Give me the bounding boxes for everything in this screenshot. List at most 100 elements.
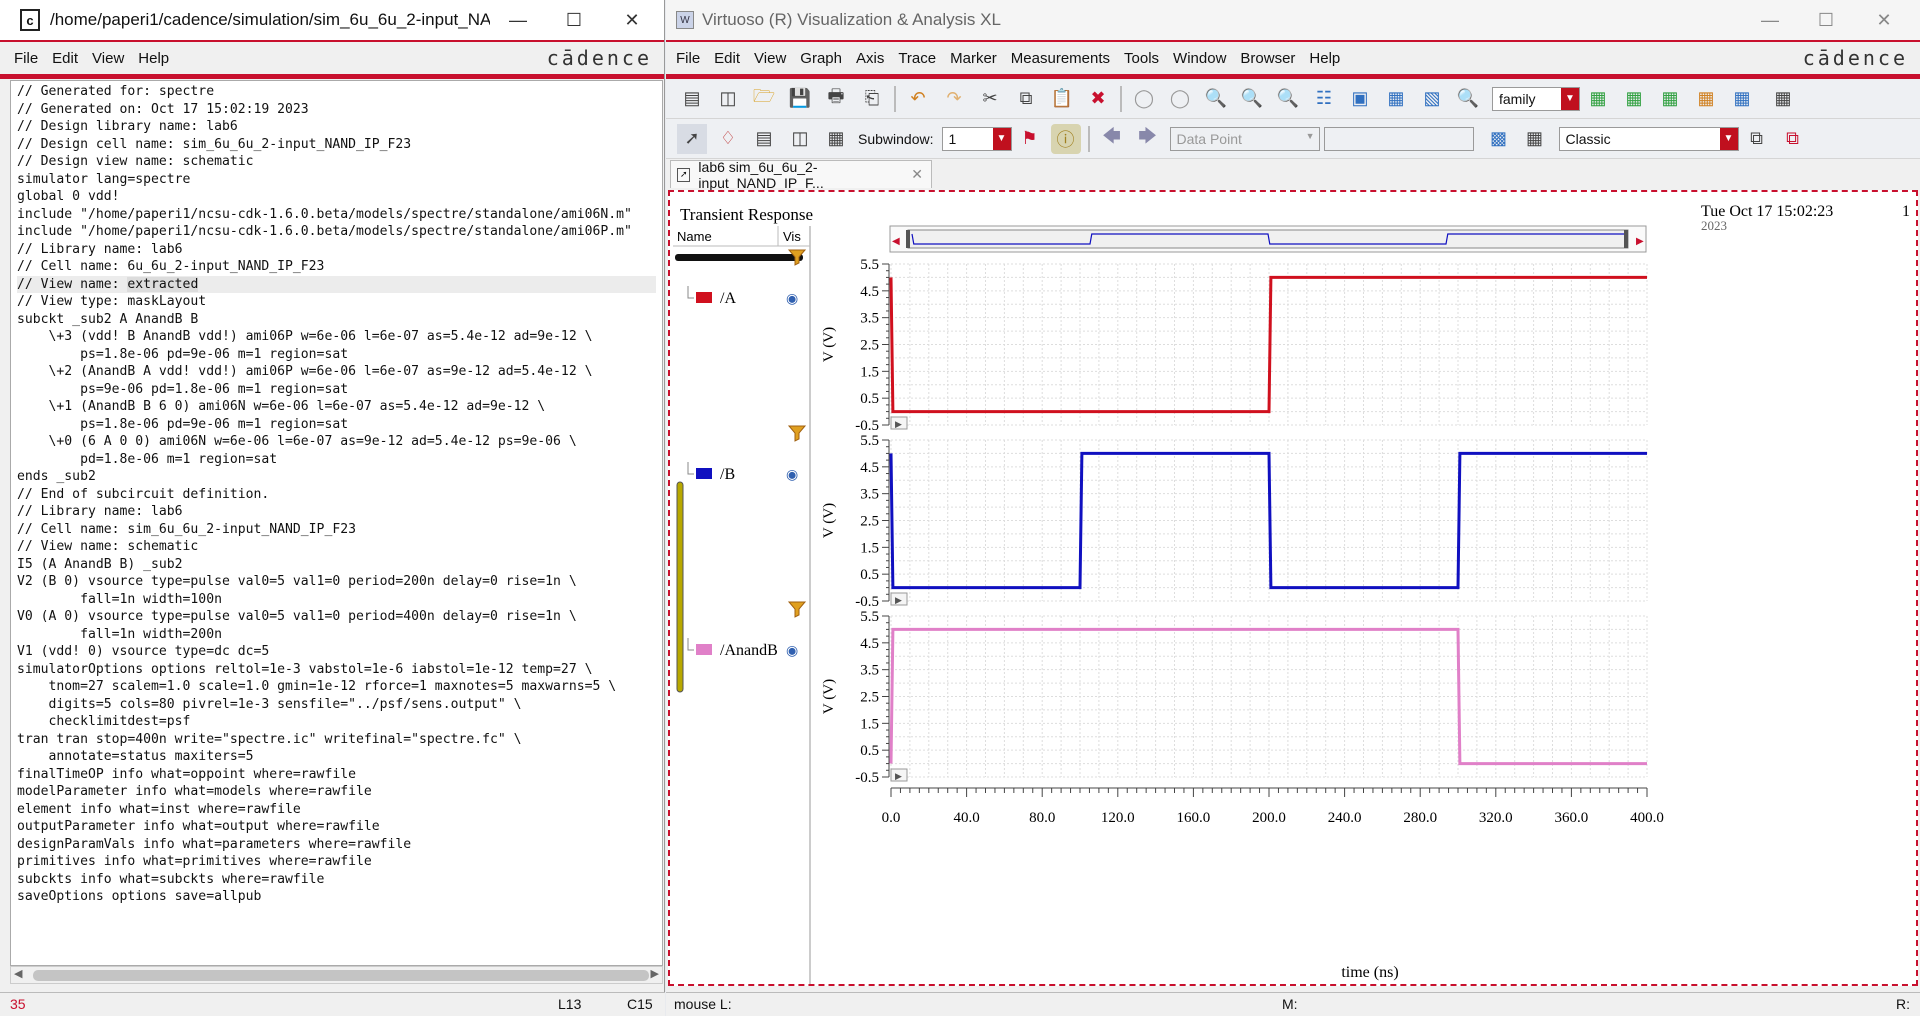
viva-menu-window[interactable]: Window — [1173, 50, 1226, 67]
back-arrow-icon[interactable]: 🡄 — [1097, 124, 1127, 154]
viva-close-button[interactable]: ✕ — [1856, 0, 1912, 40]
flag-icon[interactable]: ⚑ — [1015, 124, 1045, 154]
zoom-in-icon[interactable]: 🔍 — [1201, 84, 1231, 114]
select-arrow-icon[interactable]: ➚ — [677, 123, 707, 154]
scroll-right-icon[interactable]: ▶ — [651, 967, 659, 980]
graph-add-icon[interactable]: ▦ — [1727, 84, 1757, 114]
viva-menu-file[interactable]: File — [676, 50, 700, 67]
fit-x-icon[interactable]: ▦ — [1381, 84, 1411, 114]
expand-arrow-icon[interactable]: ▶ — [895, 595, 902, 605]
viva-maximize-button[interactable]: ☐ — [1798, 0, 1854, 40]
overview-right-handle[interactable] — [1624, 230, 1628, 248]
print-preview-icon[interactable]: ⎗ — [857, 84, 887, 114]
print-icon[interactable]: 🖶 — [821, 84, 851, 114]
viva-menu-measurements[interactable]: Measurements — [1011, 50, 1110, 67]
legend-scroll-bar[interactable] — [675, 254, 803, 261]
viva-minimize-button[interactable]: — — [1742, 0, 1798, 40]
menu-view[interactable]: View — [92, 50, 124, 67]
graph-tab[interactable]: ➚ lab6 sim_6u_6u_2-input_NAND_IP_F... ✕ — [670, 159, 932, 191]
window-close-icon[interactable]: ⧉ — [1778, 124, 1808, 154]
grid-view-icon[interactable]: ▦ — [1768, 84, 1798, 114]
horizontal-scrollbar[interactable]: ◀ ▶ — [10, 966, 663, 984]
calculator-icon[interactable]: ▦ — [1520, 124, 1550, 154]
style-combo[interactable]: Classic ▼ — [1558, 126, 1739, 151]
overview-left-arrow-icon[interactable]: ◀ — [892, 236, 900, 247]
legend-item[interactable]: /B ◉ — [687, 425, 807, 483]
strip-a[interactable]: 5.5 4.5 3.5 2.5 1.5 0.5 -0.5 V (V) ▶ — [821, 257, 1648, 434]
chevron-down-icon[interactable]: ▼ — [1306, 131, 1315, 141]
viva-titlebar[interactable]: W Virtuoso (R) Visualization & Analysis … — [666, 0, 1920, 40]
graph-stack-icon[interactable]: ▦ — [1619, 84, 1649, 114]
overview-strip[interactable]: ◀ ▶ — [889, 225, 1647, 253]
overview-left-handle[interactable] — [906, 230, 910, 248]
graph-layout-icon[interactable]: ▦ — [1583, 84, 1613, 114]
netlist-text-area[interactable]: // Generated for: spectre // Generated on… — [10, 80, 663, 966]
new-window-icon[interactable]: ▤ — [677, 84, 707, 114]
chevron-down-icon[interactable]: ▼ — [992, 127, 1011, 150]
stacked-layout-icon[interactable]: ▤ — [749, 124, 779, 154]
copy-icon[interactable]: ⧉ — [1011, 84, 1041, 114]
minimize-button[interactable]: — — [490, 0, 546, 40]
strip-b[interactable]: 5.5 4.5 3.5 2.5 1.5 0.5 -0.5 V (V) ▶ — [821, 433, 1648, 610]
layout-icon[interactable]: ◫ — [713, 84, 743, 114]
save-icon[interactable]: 💾 — [785, 84, 815, 114]
graph-new-icon[interactable]: ▦ — [1691, 84, 1721, 114]
zoom-y-icon[interactable]: ☷ — [1309, 84, 1339, 114]
overview-right-arrow-icon[interactable]: ▶ — [1636, 236, 1644, 247]
selected-text[interactable]: extracted — [127, 276, 199, 292]
viva-menu-axis[interactable]: Axis — [856, 50, 884, 67]
chevron-down-icon[interactable]: ▼ — [1719, 127, 1738, 150]
zoom-region-icon[interactable]: ◯ — [1165, 84, 1195, 114]
menu-file[interactable]: File — [14, 50, 38, 67]
filter-icon[interactable] — [787, 425, 807, 442]
expand-arrow-icon[interactable]: ▶ — [895, 771, 902, 781]
fit-y-icon[interactable]: ▧ — [1417, 84, 1447, 114]
family-combo[interactable]: family ▼ — [1492, 86, 1580, 111]
menu-help[interactable]: Help — [138, 50, 169, 67]
paste-icon[interactable]: 📋 — [1047, 84, 1077, 114]
subwindow-combo[interactable]: 1 ▼ — [941, 126, 1012, 151]
grid-layout-icon[interactable]: ▦ — [821, 124, 851, 154]
window-clone-icon[interactable]: ⧉ — [1742, 124, 1772, 154]
viva-menu-tools[interactable]: Tools — [1124, 50, 1159, 67]
marker-icon[interactable]: ♢ — [713, 124, 743, 154]
chevron-down-icon[interactable]: ▼ — [1561, 87, 1579, 110]
viva-menu-browser[interactable]: Browser — [1240, 50, 1295, 67]
viva-menu-marker[interactable]: Marker — [950, 50, 997, 67]
eye-icon[interactable]: ◉ — [786, 292, 798, 307]
graph-strip-icon[interactable]: ▦ — [1655, 84, 1685, 114]
filter-icon[interactable] — [787, 601, 807, 618]
scroll-left-icon[interactable]: ◀ — [14, 967, 22, 980]
left-titlebar[interactable]: c /home/paperi1/cadence/simulation/sim_6… — [0, 0, 664, 40]
open-folder-icon[interactable]: 🗁 — [749, 84, 779, 114]
viva-menu-trace[interactable]: Trace — [898, 50, 936, 67]
graph-window[interactable]: Transient Response Tue Oct 17 15:02:23 2… — [668, 190, 1918, 986]
viva-menu-help[interactable]: Help — [1309, 50, 1340, 67]
histogram-icon[interactable]: ▩ — [1484, 124, 1514, 154]
maximize-button[interactable]: ☐ — [546, 0, 602, 40]
tab-close-icon[interactable]: ✕ — [911, 166, 923, 183]
redo-icon[interactable]: ↷ — [939, 84, 969, 114]
zoom-fit-icon[interactable]: ◯ — [1129, 84, 1159, 114]
scrollbar-thumb[interactable] — [33, 970, 649, 981]
viva-menu-edit[interactable]: Edit — [714, 50, 740, 67]
expand-arrow-icon[interactable]: ▶ — [895, 419, 902, 429]
close-button[interactable]: ✕ — [604, 0, 660, 40]
delete-icon[interactable]: ✖ — [1083, 84, 1113, 114]
legend-item[interactable]: /AnandB ◉ — [687, 601, 807, 659]
info-icon[interactable]: ⓘ — [1050, 123, 1081, 154]
data-point-value-field[interactable] — [1323, 126, 1474, 151]
forward-arrow-icon[interactable]: 🡆 — [1133, 124, 1163, 154]
undo-icon[interactable]: ↶ — [903, 84, 933, 114]
pan-icon[interactable]: 🔍 — [1453, 84, 1483, 114]
data-point-combo[interactable]: Data Point ▼ — [1169, 126, 1320, 151]
menu-edit[interactable]: Edit — [52, 50, 78, 67]
legend-vertical-scrollbar[interactable] — [676, 481, 684, 693]
zoom-x-icon[interactable]: 🔍 — [1273, 84, 1303, 114]
waveform-plot[interactable]: Transient Response Tue Oct 17 15:02:23 2… — [670, 192, 1916, 984]
viva-menu-graph[interactable]: Graph — [800, 50, 842, 67]
cut-icon[interactable]: ✂ — [975, 84, 1005, 114]
eye-icon[interactable]: ◉ — [786, 644, 798, 659]
strip-anandb[interactable]: 5.5 4.5 3.5 2.5 1.5 0.5 -0.5 V (V) ▶ — [821, 609, 1648, 786]
zoom-out-icon[interactable]: 🔍 — [1237, 84, 1267, 114]
